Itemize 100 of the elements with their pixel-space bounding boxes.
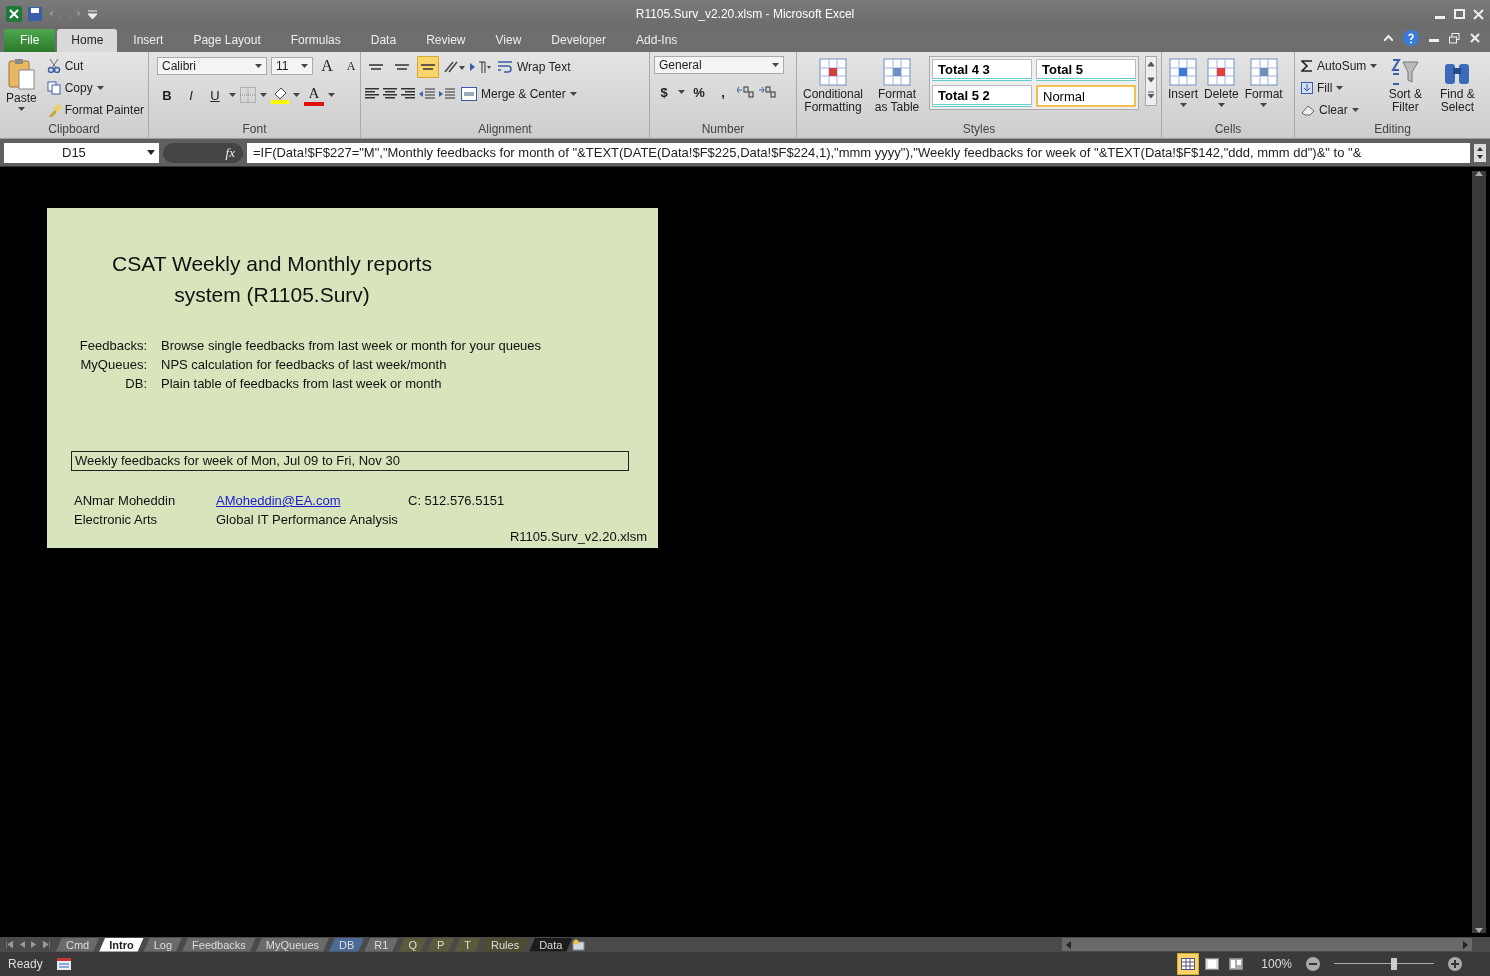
excel-logo-icon[interactable] <box>6 6 22 22</box>
caret-icon[interactable] <box>301 64 308 68</box>
wrap-text-button[interactable]: Wrap Text <box>495 57 573 77</box>
zoom-slider-thumb[interactable] <box>1391 958 1397 970</box>
increase-decimal-icon[interactable] <box>737 86 755 98</box>
ribbon-tab[interactable]: Developer <box>537 29 620 52</box>
email-link[interactable]: AMoheddin@EA.com <box>216 493 408 508</box>
sheet-tab[interactable]: Intro <box>99 937 144 952</box>
sheet-tab[interactable]: Cmd <box>56 937 100 952</box>
sheet-tab[interactable]: Rules <box>481 937 530 952</box>
caret-icon[interactable] <box>1370 64 1378 68</box>
paste-button[interactable]: Paste <box>4 56 39 113</box>
font-style-button[interactable]: U <box>205 85 225 105</box>
help-icon[interactable] <box>1403 30 1419 46</box>
ribbon-tab[interactable]: Data <box>356 29 411 52</box>
caret-icon[interactable] <box>17 107 25 111</box>
text-orientation-icon[interactable] <box>443 60 465 74</box>
font-size-field[interactable]: 11 <box>271 57 313 75</box>
clipboard-command[interactable]: Format Painter <box>44 100 147 120</box>
number-format-button[interactable]: , <box>713 82 733 102</box>
ribbon-tab[interactable]: Add-Ins <box>622 29 692 52</box>
customize-toolbar-icon[interactable] <box>88 9 97 19</box>
sheet-tab[interactable]: T <box>454 937 482 952</box>
restore-icon[interactable] <box>1449 32 1460 44</box>
grow-font-button[interactable]: A <box>317 56 337 76</box>
number-format-button[interactable]: $ <box>654 82 674 102</box>
caret-icon[interactable] <box>260 93 267 97</box>
caret-icon[interactable] <box>328 93 335 97</box>
close-icon[interactable] <box>1473 8 1484 20</box>
merge-center-button[interactable]: Merge & Center <box>459 84 579 104</box>
ribbon-tab[interactable]: Formulas <box>276 29 355 52</box>
text-direction-icon[interactable] <box>469 60 491 74</box>
last-sheet-icon[interactable] <box>43 941 50 948</box>
macro-recording-icon[interactable] <box>56 958 71 970</box>
clipboard-command[interactable]: Cut <box>44 56 147 76</box>
previous-sheet-icon[interactable] <box>19 941 25 948</box>
caret-icon[interactable] <box>1217 103 1225 107</box>
sheet-tab[interactable]: Q <box>398 937 427 952</box>
vertical-scrollbar[interactable] <box>1472 171 1486 933</box>
shrink-font-button[interactable]: A <box>341 56 361 76</box>
scroll-left-icon[interactable] <box>1066 940 1071 949</box>
vertical-align-button[interactable] <box>417 56 439 78</box>
sheet-tab[interactable]: Data <box>529 937 573 952</box>
expand-formula-bar-icon[interactable] <box>1474 143 1486 162</box>
first-sheet-icon[interactable] <box>6 941 13 948</box>
number-format-button[interactable]: % <box>689 82 709 102</box>
scroll-down-icon[interactable] <box>1475 928 1483 933</box>
cell-style[interactable]: Normal <box>1036 85 1136 107</box>
sheet-tab[interactable]: DB <box>329 937 365 952</box>
editing-command[interactable]: Sort & Filter <box>1379 56 1432 116</box>
cells-command[interactable]: Insert <box>1166 56 1200 109</box>
cell-style[interactable]: Total 5 <box>1036 59 1136 81</box>
ribbon-tab[interactable]: View <box>481 29 536 52</box>
next-sheet-icon[interactable] <box>31 941 37 948</box>
increase-indent-icon[interactable] <box>439 88 455 100</box>
styles-command[interactable]: Format as Table <box>871 56 923 116</box>
close-icon[interactable] <box>1470 33 1480 43</box>
active-cell[interactable]: Weekly feedbacks for week of Mon, Jul 09 to Fri, Nov 30 <box>71 451 629 471</box>
caret-icon[interactable] <box>96 86 104 90</box>
zoom-level[interactable]: 100% <box>1261 957 1292 971</box>
cells-command[interactable]: Delete <box>1202 56 1241 109</box>
save-icon[interactable] <box>28 7 42 21</box>
sheet-tab[interactable]: Feedbacks <box>182 937 256 952</box>
zoom-in-icon[interactable] <box>1448 957 1462 971</box>
caret-icon[interactable] <box>293 93 300 97</box>
font-style-button[interactable]: B <box>157 85 177 105</box>
ribbon-tab[interactable]: File <box>4 29 56 52</box>
cell-style[interactable]: Total 5 2 <box>932 85 1032 107</box>
caret-icon[interactable] <box>255 64 262 68</box>
caret-icon[interactable] <box>1351 108 1359 112</box>
clipboard-command[interactable]: Copy <box>44 78 147 98</box>
number-format-field[interactable]: General <box>654 56 784 74</box>
ribbon-tab[interactable]: Page Layout <box>179 29 275 52</box>
maximize-icon[interactable] <box>1454 8 1465 20</box>
name-box[interactable]: D15 <box>4 142 159 163</box>
scroll-up-icon[interactable] <box>1475 171 1483 176</box>
insert-sheet-icon[interactable] <box>572 938 587 951</box>
collapse-ribbon-icon[interactable] <box>1384 35 1393 41</box>
cells-command[interactable]: Format <box>1242 56 1285 109</box>
ribbon-tab[interactable]: Review <box>412 29 480 52</box>
fill-color-icon[interactable] <box>271 86 289 104</box>
font-name-field[interactable]: Calibri <box>157 57 267 75</box>
ribbon-tab[interactable]: Home <box>57 29 118 52</box>
editing-command[interactable]: Clear <box>1299 100 1380 120</box>
cell-style[interactable]: Total 4 3 <box>932 59 1032 81</box>
zoom-out-icon[interactable] <box>1306 957 1320 971</box>
font-color-button[interactable]: A <box>304 84 324 106</box>
gallery-scroll-icon[interactable] <box>1145 56 1157 106</box>
formula-field[interactable]: =IF(Data!$F$227="M","Monthly feedbacks for month of "&TEXT(DATE(Data!$F$225,Data!$F$224,1),"mmm yyyy"),"Weekly feedbacks for week of "&TEXT(Data!$F$142,"ddd, mmm dd")&" to "& <box>247 142 1470 163</box>
decrease-indent-icon[interactable] <box>419 88 435 100</box>
editing-command[interactable]: Fill <box>1299 78 1380 98</box>
caret-icon[interactable] <box>569 92 577 96</box>
editing-command[interactable]: AutoSum <box>1299 56 1380 76</box>
sheet-tab[interactable]: Log <box>143 937 183 952</box>
caret-icon[interactable] <box>772 63 779 67</box>
ribbon-tab[interactable]: Insert <box>119 29 178 52</box>
caret-icon[interactable] <box>678 90 685 94</box>
insert-function-button[interactable]: fx <box>163 142 243 163</box>
scroll-right-icon[interactable] <box>1463 940 1468 949</box>
sheet-tab[interactable]: P <box>426 937 455 952</box>
